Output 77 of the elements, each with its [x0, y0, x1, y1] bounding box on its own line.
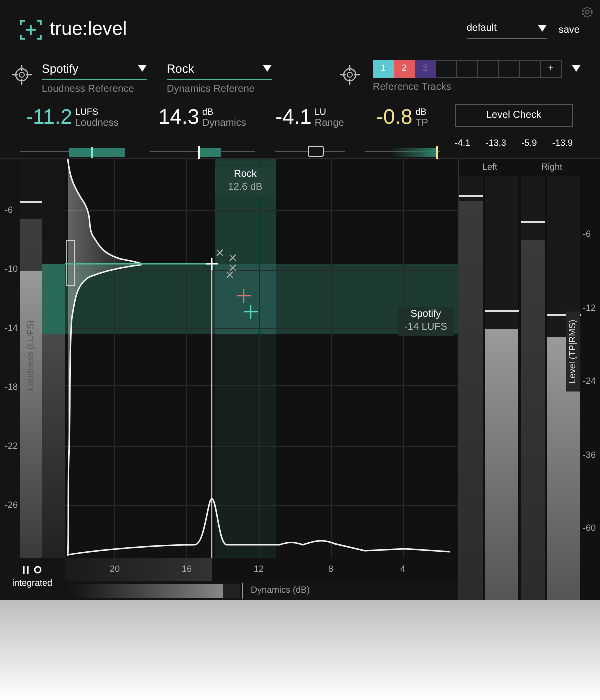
readout-label: Range [314, 118, 344, 129]
axis-tick-label: -26 [4, 498, 18, 512]
caret-icon [572, 65, 581, 72]
app-title: true:level [50, 18, 128, 42]
reset-icon[interactable] [34, 566, 42, 574]
level-axis-label: Level (TP|RMS) [566, 312, 580, 392]
axis-tick-label: 8 [327, 563, 334, 576]
mode-label[interactable]: integrated [12, 577, 53, 590]
reference-crosshair [236, 288, 252, 304]
readout-value: -11.2 [26, 105, 72, 132]
dropdown-label: Dynamics Referene [167, 82, 256, 97]
caret-icon [538, 25, 547, 32]
crosshair-marker [205, 257, 219, 271]
readout-label: TP [416, 118, 428, 129]
level-check-value: -5.9 [522, 137, 538, 150]
axis-tick-label: -6 [583, 228, 592, 241]
logo-icon [20, 20, 42, 40]
mini-slider[interactable] [150, 145, 255, 158]
reference-markers [216, 250, 236, 278]
dynamics-axis-label: Dynamics (dB) [251, 584, 310, 598]
readout-label: Dynamics [202, 118, 246, 129]
caret-icon [138, 65, 147, 72]
reference-tracks-label: Reference Tracks [373, 80, 452, 95]
empty-track-slot[interactable] [478, 60, 499, 78]
readout-unit: dB [202, 107, 214, 118]
target-name: Spotify [410, 309, 442, 322]
preset-dropdown[interactable]: default [466, 21, 547, 40]
caret-icon [263, 65, 272, 72]
readout-unit: LUFS [75, 107, 100, 118]
readout-value: -0.8 [376, 105, 413, 132]
level-check-button[interactable]: Level Check [455, 104, 573, 127]
pause-icon[interactable] [23, 566, 30, 574]
mini-slider[interactable] [20, 145, 125, 158]
channel-label: Right [540, 161, 564, 174]
axis-tick-label: -14 [4, 322, 18, 335]
slider-thumb[interactable] [198, 146, 200, 159]
settings-icon[interactable] [581, 6, 594, 19]
axis-tick-label: -36 [583, 448, 596, 462]
empty-track-slot[interactable] [520, 60, 541, 78]
readout-value: -4.1 [276, 105, 312, 132]
readout-value: 14.3 [158, 105, 200, 132]
axis-tick-label: -22 [4, 440, 18, 453]
add-track-button[interactable]: + [541, 60, 562, 78]
crosshair-icon[interactable] [340, 64, 360, 85]
reference-crosshair [243, 304, 259, 320]
empty-track-slot[interactable] [457, 60, 478, 78]
axis-tick-label: -18 [4, 380, 18, 394]
level-check-value: -13.3 [486, 137, 506, 150]
readout-label: Loudness [75, 118, 119, 129]
axis-tick-label: -10 [4, 262, 18, 276]
axis-tick-label: 16 [180, 563, 193, 576]
slider-thumb[interactable] [91, 147, 94, 158]
target-value: -14 LUFS [404, 322, 448, 334]
level-check-value: -4.1 [455, 137, 471, 150]
empty-track-slot[interactable] [499, 60, 520, 78]
reference-dropdown[interactable]: Spotify [42, 60, 147, 80]
readout-unit: LU [314, 107, 328, 118]
mini-slider[interactable] [275, 145, 345, 158]
crosshair-icon[interactable] [12, 64, 32, 85]
axis-tick-label: 12 [252, 563, 265, 576]
axis-tick-label: 4 [399, 563, 406, 576]
axis-tick-label: 20 [108, 563, 121, 576]
mini-slider[interactable] [365, 145, 440, 158]
target-name: Rock [234, 169, 257, 182]
dropdown-label: Loudness Reference [42, 82, 136, 97]
target-value: 12.6 dB [228, 182, 263, 194]
axis-tick-label: -24 [583, 375, 596, 388]
axis-tick-label: -12 [583, 302, 596, 314]
slider-thumb[interactable] [308, 146, 324, 157]
level-check-value: -13.9 [552, 137, 573, 150]
axis-tick-label: -6 [4, 204, 14, 217]
channel-label: Left [481, 161, 498, 174]
save-button[interactable]: save [558, 22, 580, 38]
reference-track-slot[interactable]: 2 [394, 60, 415, 78]
axis-tick-label: -60 [583, 522, 596, 535]
readout-unit: dB [416, 107, 428, 118]
reference-dropdown[interactable]: Rock [167, 60, 272, 80]
